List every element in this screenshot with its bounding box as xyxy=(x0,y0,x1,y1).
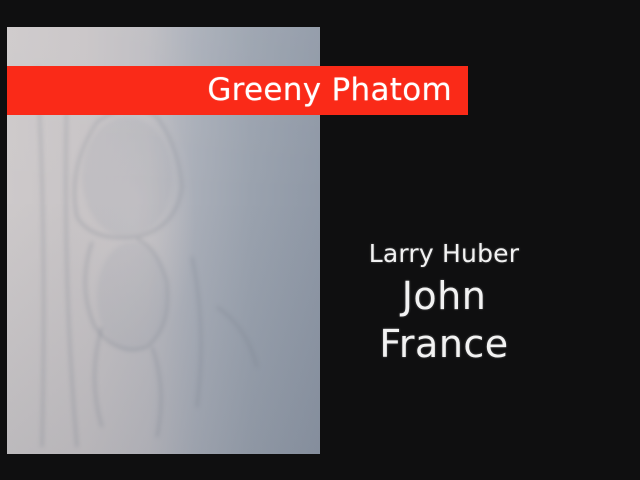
credit-line-3: France xyxy=(379,322,509,366)
credit-line-2: John xyxy=(401,274,487,318)
credits-block: Larry Huber John France xyxy=(344,236,544,368)
title-card: Greeny Phatom Larry Huber John France xyxy=(0,0,640,480)
credit-line-1: Larry Huber xyxy=(368,239,520,268)
title-banner: Greeny Phatom xyxy=(7,66,468,115)
film-title: Greeny Phatom xyxy=(207,72,452,108)
